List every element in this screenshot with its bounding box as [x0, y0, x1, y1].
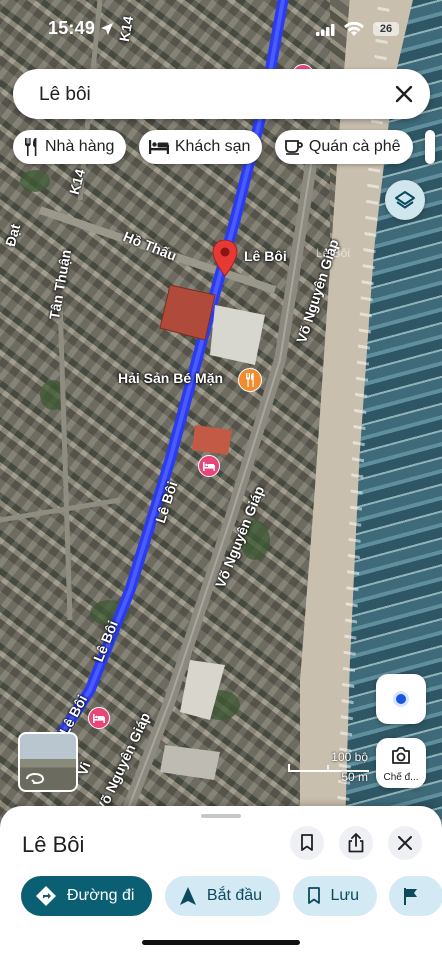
location-arrow-icon: [101, 23, 113, 35]
chip-hotels[interactable]: Khách sạn: [138, 130, 263, 164]
search-input[interactable]: [37, 79, 371, 111]
save-icon-button[interactable]: [290, 826, 324, 860]
poi-label-restaurant[interactable]: Hải Sản Bé Mặn: [118, 370, 223, 386]
battery-indicator: 26: [373, 22, 399, 36]
scale-feet: 100 bộ: [331, 750, 368, 764]
place-title: Lê Bôi: [22, 832, 85, 857]
place-bottom-sheet[interactable]: Lê Bôi Đường đi Bắt đầu Lưu: [0, 806, 442, 960]
map-watermark-label: Lê Bôi: [316, 246, 351, 260]
save-label: Lưu: [330, 887, 360, 904]
map-scale: 100 bộ 50 m: [288, 750, 370, 784]
share-button[interactable]: [339, 826, 373, 860]
chip-restaurants[interactable]: Nhà hàng: [13, 130, 127, 164]
building: [160, 745, 220, 780]
place-pin[interactable]: [212, 239, 238, 281]
directions-button[interactable]: Đường đi: [21, 876, 153, 916]
white-roof-building: [210, 305, 265, 365]
my-location-button[interactable]: [376, 674, 426, 724]
white-roof-building: [180, 660, 225, 720]
action-buttons: Đường đi Bắt đầu Lưu: [21, 876, 442, 916]
camera-icon: [392, 747, 410, 764]
chip-more[interactable]: [424, 130, 435, 164]
coffee-cup-icon: [285, 140, 303, 155]
restaurant-poi-icon[interactable]: [238, 368, 262, 392]
layers-icon: [395, 191, 415, 209]
chip-coffee[interactable]: Quán cà phê: [274, 130, 413, 164]
home-indicator[interactable]: [142, 940, 300, 945]
status-time: 15:49: [48, 18, 96, 38]
side-road: [0, 497, 121, 523]
status-bar: 15:49 26: [0, 0, 442, 58]
flag-button[interactable]: [389, 876, 442, 916]
flag-icon: [404, 888, 418, 905]
cellular-signal-icon: [316, 24, 335, 36]
bookmark-icon: [301, 834, 313, 851]
chip-label: Quán cà phê: [308, 138, 401, 155]
hotel-poi-icon[interactable]: [88, 707, 110, 729]
side-road: [57, 299, 73, 621]
hotel-poi-icon[interactable]: [198, 455, 220, 477]
map-pin-icon: [212, 239, 238, 277]
directions-icon: [36, 886, 56, 906]
fork-knife-icon: [25, 138, 37, 156]
start-label: Bắt đầu: [206, 887, 263, 904]
wifi-icon: [344, 22, 364, 36]
category-chips: Nhà hàng Khách sạn Quán cà phê: [13, 130, 442, 164]
bookmark-icon: [307, 887, 320, 904]
save-button[interactable]: Lưu: [292, 876, 378, 916]
my-location-icon: [393, 691, 409, 707]
start-button[interactable]: Bắt đầu: [164, 876, 281, 916]
pin-label: Lê Bôi: [244, 248, 287, 264]
share-icon: [348, 833, 364, 853]
lens-mode-button[interactable]: Chế đ...: [376, 738, 426, 788]
lens-label: Chế đ...: [383, 772, 419, 783]
red-roof-building: [192, 425, 232, 455]
chip-label: Nhà hàng: [45, 138, 115, 155]
scale-meters: 50 m: [341, 770, 368, 784]
bed-icon: [148, 140, 169, 154]
red-roof-building: [159, 284, 216, 341]
clear-search-icon[interactable]: [392, 82, 416, 106]
close-sheet-button[interactable]: [388, 826, 422, 860]
layers-button[interactable]: [385, 180, 425, 220]
close-icon: [398, 836, 412, 850]
drag-handle[interactable]: [201, 814, 241, 818]
search-bar[interactable]: [13, 69, 430, 119]
directions-label: Đường đi: [67, 887, 135, 904]
street-view-rotate-icon: [26, 772, 45, 784]
street-view-thumbnail[interactable]: [18, 732, 78, 792]
navigation-arrow-icon: [179, 887, 196, 905]
chip-label: Khách sạn: [174, 138, 251, 155]
